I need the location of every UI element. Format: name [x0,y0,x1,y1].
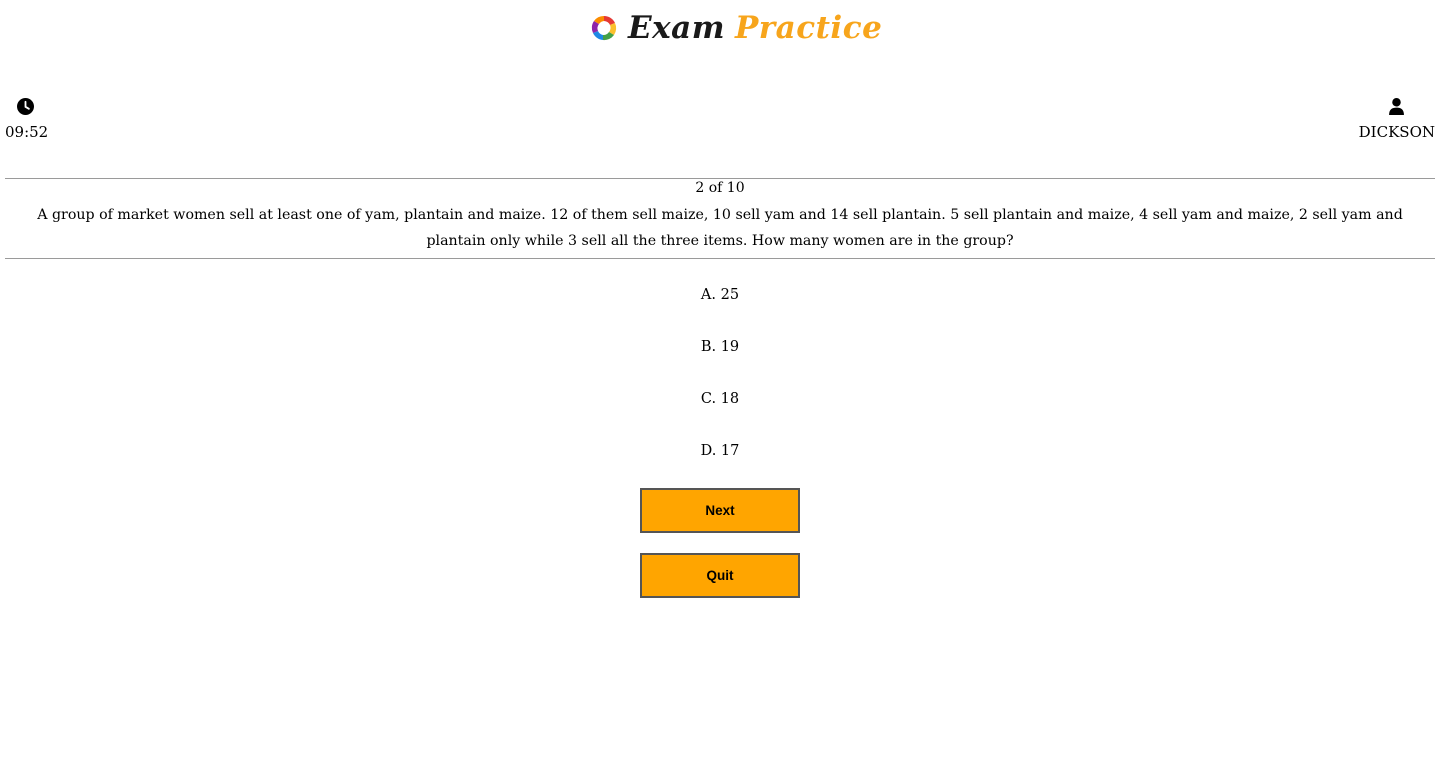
option-c[interactable]: C. 18 [660,387,780,411]
logo[interactable]: Exam Practice [588,8,882,48]
next-button[interactable]: Next [640,488,800,533]
logo-text: Exam Practice [628,10,882,46]
logo-word-practice: Practice [735,10,883,46]
divider-top [5,178,1435,179]
timer: 09:52 [5,97,49,141]
answer-options: A. 25 B. 19 C. 18 D. 17 [0,283,1440,491]
option-d[interactable]: D. 17 [660,439,780,463]
question-text: A group of market women sell at least on… [37,207,1403,249]
clock-icon [16,97,34,119]
timer-value: 09:52 [5,123,49,141]
user-name: DICKSON [1358,123,1435,141]
logo-word-exam: Exam [628,10,725,46]
header: Exam Practice [0,0,1440,60]
question-progress: 2 of 10 [695,180,745,196]
user-icon [1389,97,1405,119]
option-a[interactable]: A. 25 [660,283,780,307]
divider-bottom [5,258,1435,259]
option-b[interactable]: B. 19 [660,335,780,359]
colorful-spiral-logo-icon [588,12,620,44]
user-info: DICKSON [1359,97,1435,141]
quit-button[interactable]: Quit [640,553,800,598]
